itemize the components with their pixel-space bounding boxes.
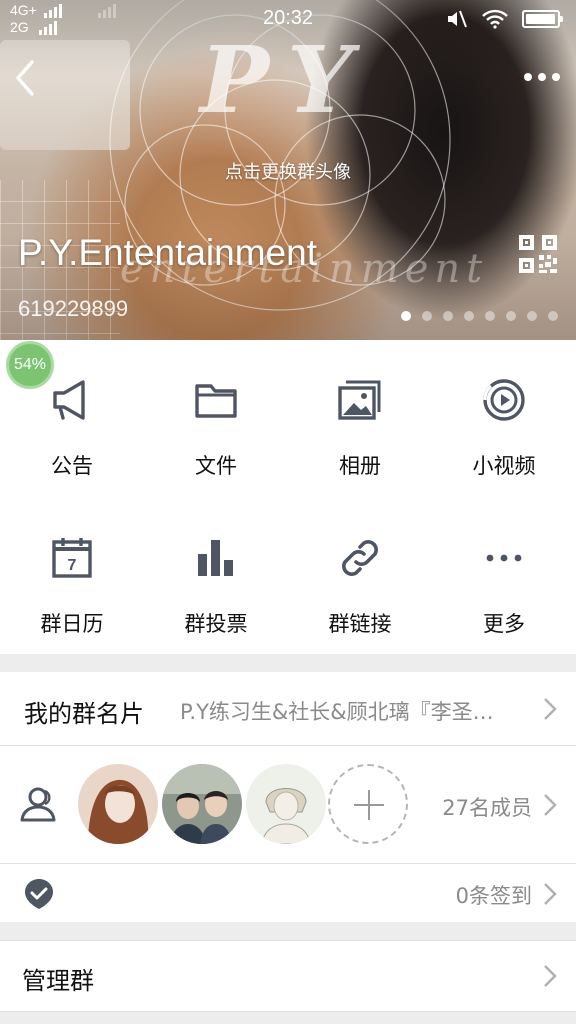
megaphone-icon	[53, 380, 85, 420]
my-group-card-label: 我的群名片	[24, 700, 144, 728]
more-options-icon[interactable]	[520, 62, 564, 92]
feature-calendar[interactable]: 7 群日历	[0, 498, 144, 648]
calendar-day: 7	[68, 557, 77, 574]
member-avatar[interactable]	[162, 764, 242, 844]
my-group-card-value: P.Y练习生&社长&顾北璃『李圣…	[180, 700, 494, 724]
status-bar: 4G+ 2G 20:32	[0, 0, 576, 38]
feature-label: 小视频	[472, 454, 536, 478]
feature-label: 文件	[195, 454, 237, 478]
change-avatar-hint[interactable]: 点击更换群头像	[0, 158, 576, 184]
feature-label: 群日历	[40, 612, 104, 636]
feature-more[interactable]: 更多	[432, 498, 576, 648]
calendar-icon: 7	[52, 538, 92, 578]
carousel-dot	[527, 311, 537, 321]
feature-grid: 公告 文件 相册 小视频 7 群日历 群投票 群链接 更多	[0, 340, 576, 654]
qr-code-icon[interactable]	[518, 234, 558, 274]
feature-label: 相册	[339, 454, 381, 478]
feature-label: 群链接	[328, 612, 392, 636]
carousel-dot	[506, 311, 516, 321]
more-dots-icon	[486, 554, 522, 562]
carousel-dot	[548, 311, 558, 321]
add-member-button[interactable]	[328, 764, 408, 844]
carousel-dot	[443, 311, 453, 321]
chevron-right-icon	[544, 794, 557, 816]
chevron-right-icon	[544, 965, 557, 987]
check-badge-icon	[25, 879, 53, 909]
feature-album[interactable]: 相册	[288, 340, 432, 490]
feature-short-video[interactable]: 小视频	[432, 340, 576, 490]
status-right-icons	[446, 9, 563, 29]
video-play-icon	[483, 379, 525, 421]
member-count: 27名成员	[442, 796, 532, 820]
feature-vote[interactable]: 群投票	[144, 498, 288, 648]
members-icon	[20, 787, 56, 822]
carousel-dot	[422, 311, 432, 321]
mute-icon	[448, 10, 467, 28]
link-icon	[342, 540, 378, 576]
chevron-right-icon	[544, 698, 557, 720]
carousel-dot	[464, 311, 474, 321]
group-logo-text: PY	[200, 26, 371, 134]
back-arrow-icon[interactable]	[8, 56, 44, 100]
battery-icon	[522, 10, 563, 28]
member-avatar[interactable]	[78, 764, 158, 844]
chevron-right-icon	[544, 883, 557, 905]
member-avatar[interactable]	[246, 764, 326, 844]
signin-count: 0条签到	[455, 884, 532, 908]
group-header-banner[interactable]: PY 点击更换群头像 entertainment P.Y.Ententainme…	[0, 0, 576, 340]
carousel-indicator	[401, 311, 558, 321]
feature-label: 公告	[51, 454, 93, 478]
group-name: P.Y.Ententainment	[18, 232, 317, 273]
group-signin-row[interactable]: 0条签到	[0, 864, 576, 922]
group-id: 619229899	[18, 296, 129, 321]
feature-label: 群投票	[184, 612, 248, 636]
folder-icon	[195, 384, 237, 418]
carousel-dot	[485, 311, 495, 321]
group-members-row[interactable]: 27名成员	[0, 746, 576, 864]
manage-group-row[interactable]: 管理群	[0, 940, 576, 1012]
feature-label: 更多	[483, 612, 525, 636]
carousel-dot	[401, 311, 411, 321]
manage-group-label: 管理群	[22, 967, 94, 995]
bar-chart-icon	[198, 540, 233, 576]
wifi-icon	[482, 9, 508, 29]
progress-badge[interactable]: 54%	[6, 341, 54, 389]
album-icon	[338, 380, 381, 420]
feature-link[interactable]: 群链接	[288, 498, 432, 648]
feature-files[interactable]: 文件	[144, 340, 288, 490]
my-group-card-row[interactable]: 我的群名片 P.Y练习生&社长&顾北璃『李圣…	[0, 672, 576, 746]
